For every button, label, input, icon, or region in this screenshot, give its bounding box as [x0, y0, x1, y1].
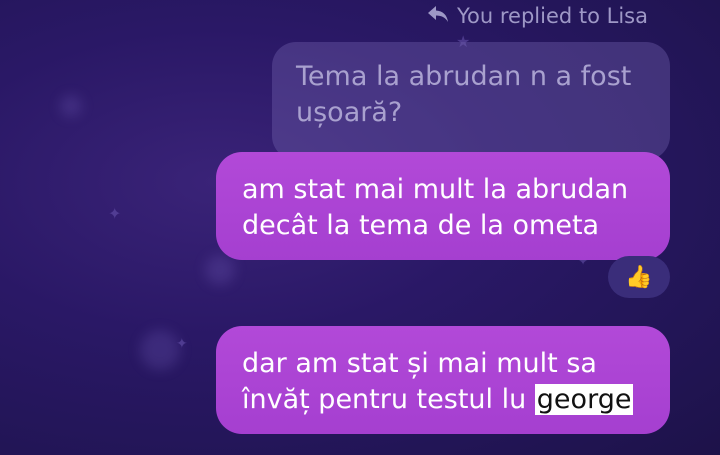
- reaction-badge[interactable]: 👍: [608, 256, 670, 298]
- background-glow: [60, 95, 82, 117]
- message-bubble[interactable]: dar am stat și mai mult sa învăț pentru …: [216, 326, 670, 434]
- quoted-message[interactable]: Tema la abrudan n a fost ușoară?: [272, 42, 670, 160]
- quoted-message-text: Tema la abrudan n a fost ușoară?: [296, 61, 632, 128]
- message-bubble[interactable]: am stat mai mult la abrudan decât la tem…: [216, 152, 670, 260]
- reply-arrow-icon: [427, 4, 449, 28]
- background-glow: [140, 330, 180, 370]
- reply-header: You replied to Lisa: [427, 2, 648, 30]
- reply-header-text: You replied to Lisa: [457, 4, 648, 28]
- star-icon: ✦: [108, 204, 122, 223]
- message-text: am stat mai mult la abrudan decât la tem…: [242, 174, 629, 241]
- star-icon: ✦: [176, 336, 188, 352]
- highlighted-word[interactable]: george: [534, 384, 634, 415]
- thumbs-up-icon: 👍: [625, 264, 653, 290]
- background-glow: [205, 255, 235, 285]
